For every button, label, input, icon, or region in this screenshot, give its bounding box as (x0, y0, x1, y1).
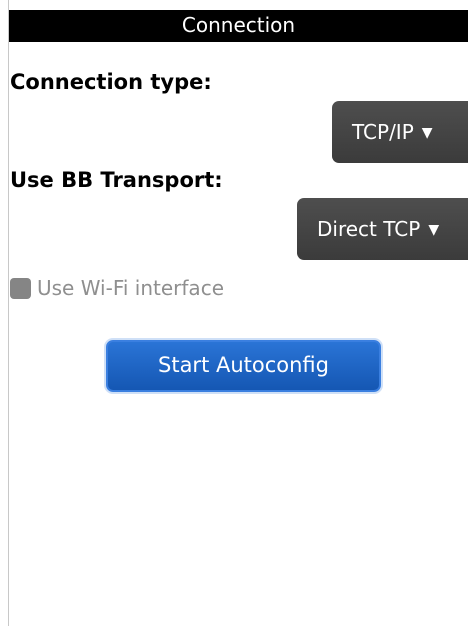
bb-transport-dropdown[interactable]: Direct TCP ▼ (297, 198, 468, 260)
connection-type-label: Connection type: (10, 70, 212, 94)
start-autoconfig-button[interactable]: Start Autoconfig (106, 340, 381, 392)
left-edge-border (0, 0, 9, 626)
connection-type-dropdown[interactable]: TCP/IP ▼ (332, 101, 468, 163)
bb-transport-label: Use BB Transport: (10, 168, 223, 192)
dropdown-arrow-icon: ▼ (428, 222, 440, 238)
title-bar: Connection (9, 10, 468, 42)
top-margin (9, 0, 468, 10)
dropdown-arrow-icon: ▼ (421, 125, 433, 141)
bb-transport-value: Direct TCP (317, 217, 421, 241)
connection-type-value: TCP/IP (352, 120, 414, 144)
wifi-checkbox-row[interactable]: Use Wi-Fi interface (10, 276, 224, 300)
wifi-checkbox[interactable] (10, 277, 31, 299)
connection-screen: Connection Connection type: TCP/IP ▼ Use … (0, 0, 468, 626)
wifi-checkbox-label: Use Wi-Fi interface (37, 276, 224, 300)
screen-title: Connection (181, 13, 296, 37)
